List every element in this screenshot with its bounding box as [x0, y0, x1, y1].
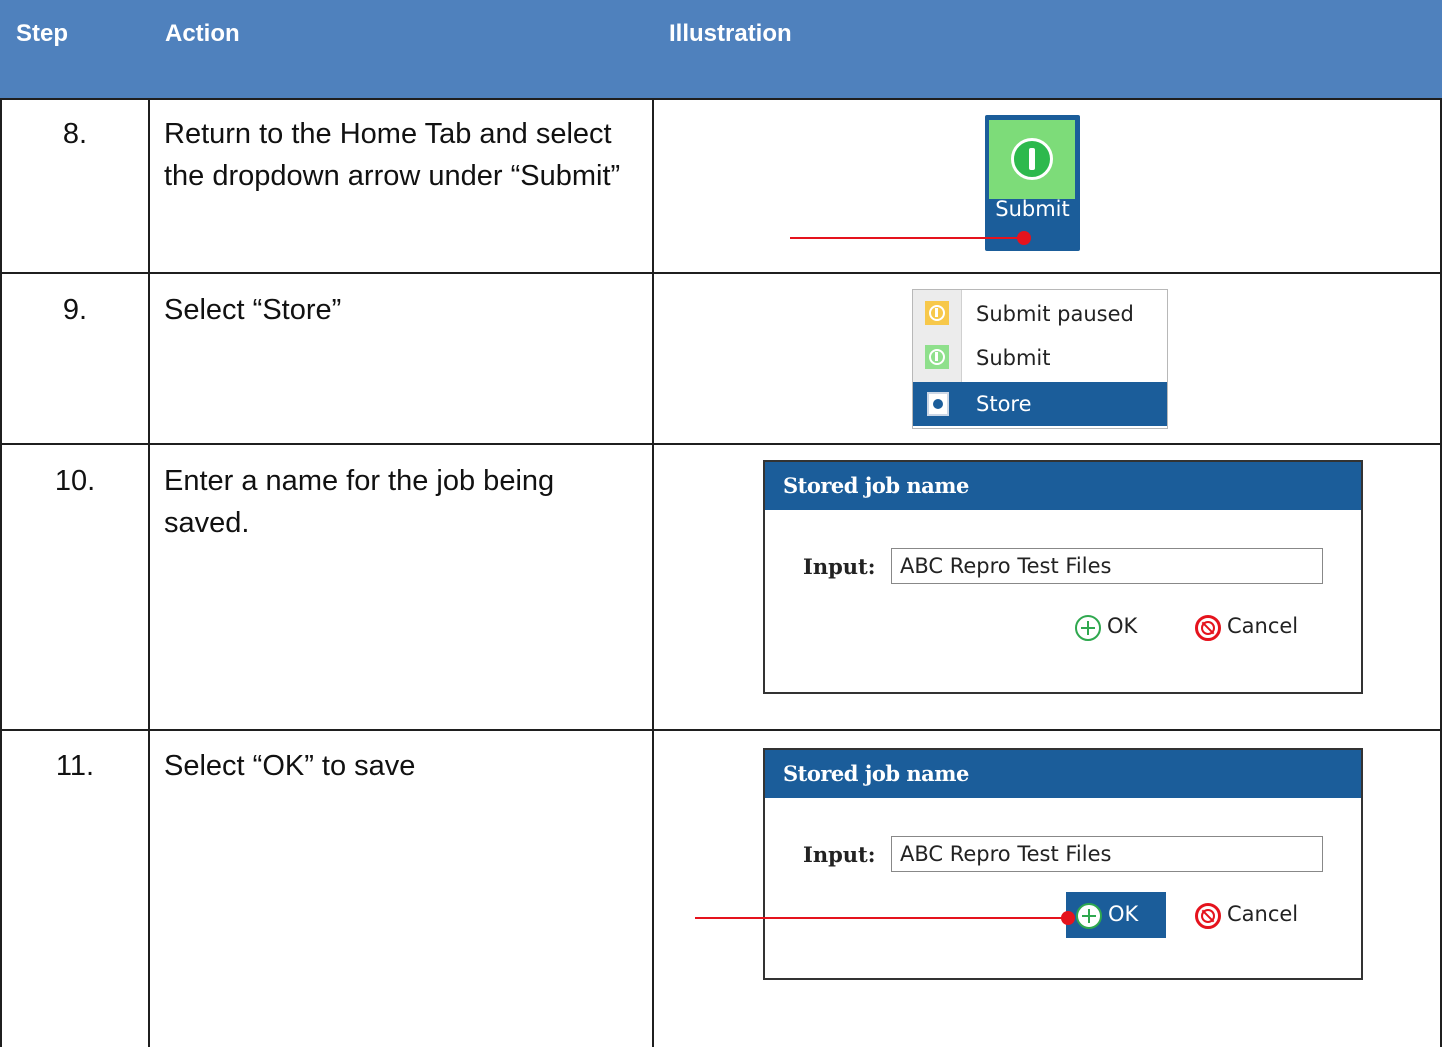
ok-label: OK	[1107, 614, 1138, 638]
cancel-label: Cancel	[1227, 902, 1299, 926]
power-icon	[1011, 138, 1053, 180]
stored-job-name-dialog: Stored job name Input: ABC Repro Test Fi…	[763, 460, 1363, 694]
grid-line	[652, 98, 654, 1047]
plus-icon	[1076, 903, 1102, 929]
job-name-input[interactable]: ABC Repro Test Files	[891, 548, 1323, 584]
header-illustration: Illustration	[653, 0, 1442, 98]
plus-icon	[1075, 615, 1101, 641]
submit-icon-bg	[989, 120, 1075, 199]
input-label: Input:	[803, 554, 876, 579]
submit-label: Submit	[995, 197, 1070, 221]
step-number: 10.	[54, 465, 96, 497]
menu-item-store[interactable]: Store	[913, 382, 1167, 426]
header-action: Action	[149, 0, 653, 98]
step-action: Return to the Home Tab and select the dr…	[164, 118, 621, 192]
menu-item-submit-paused[interactable]: Submit paused	[913, 292, 1167, 336]
grid-line	[0, 443, 1442, 445]
grid-line	[148, 98, 150, 1047]
cancel-icon	[1195, 615, 1221, 641]
dialog-title: Stored job name	[765, 750, 1361, 798]
dialog-title: Stored job name	[765, 462, 1361, 510]
submit-dropdown-menu: Submit paused Submit Store	[912, 289, 1168, 429]
menu-item-label: Submit	[976, 346, 1051, 370]
cancel-icon	[1195, 903, 1221, 929]
step-action: Select “OK” to save	[164, 750, 416, 782]
stored-job-name-dialog: Stored job name Input: ABC Repro Test Fi…	[763, 748, 1363, 980]
job-name-input[interactable]: ABC Repro Test Files	[891, 836, 1323, 872]
ok-label: OK	[1108, 902, 1139, 926]
pointer-line	[695, 917, 1067, 919]
menu-item-label: Submit paused	[976, 302, 1134, 326]
ok-button[interactable]: OK	[1065, 604, 1165, 650]
grid-line	[0, 729, 1442, 731]
pointer-dot	[1017, 231, 1031, 245]
step-action: Select “Store”	[164, 294, 342, 326]
grid-line	[0, 98, 1442, 100]
menu-item-submit[interactable]: Submit	[913, 336, 1167, 380]
step-number: 9.	[62, 294, 88, 326]
pointer-line	[790, 237, 1024, 239]
step-number: 11.	[55, 750, 95, 782]
submit-button[interactable]: Submit	[985, 115, 1080, 251]
menu-item-label: Store	[976, 392, 1032, 416]
header-step: Step	[0, 0, 149, 98]
cancel-label: Cancel	[1227, 614, 1299, 638]
power-icon	[925, 345, 949, 369]
step-action: Enter a name for the job being saved.	[164, 465, 555, 539]
pointer-dot	[1061, 911, 1075, 925]
grid-line	[0, 98, 2, 1047]
cancel-button[interactable]: Cancel	[1185, 604, 1325, 650]
store-icon	[927, 392, 949, 416]
cancel-button[interactable]: Cancel	[1185, 892, 1325, 938]
ok-button[interactable]: OK	[1066, 892, 1166, 938]
power-icon	[925, 301, 949, 325]
step-number: 8.	[62, 118, 88, 150]
input-label: Input:	[803, 842, 876, 867]
instruction-table: Step Action Illustration 8. Return to th…	[0, 0, 1442, 1047]
grid-line	[0, 272, 1442, 274]
